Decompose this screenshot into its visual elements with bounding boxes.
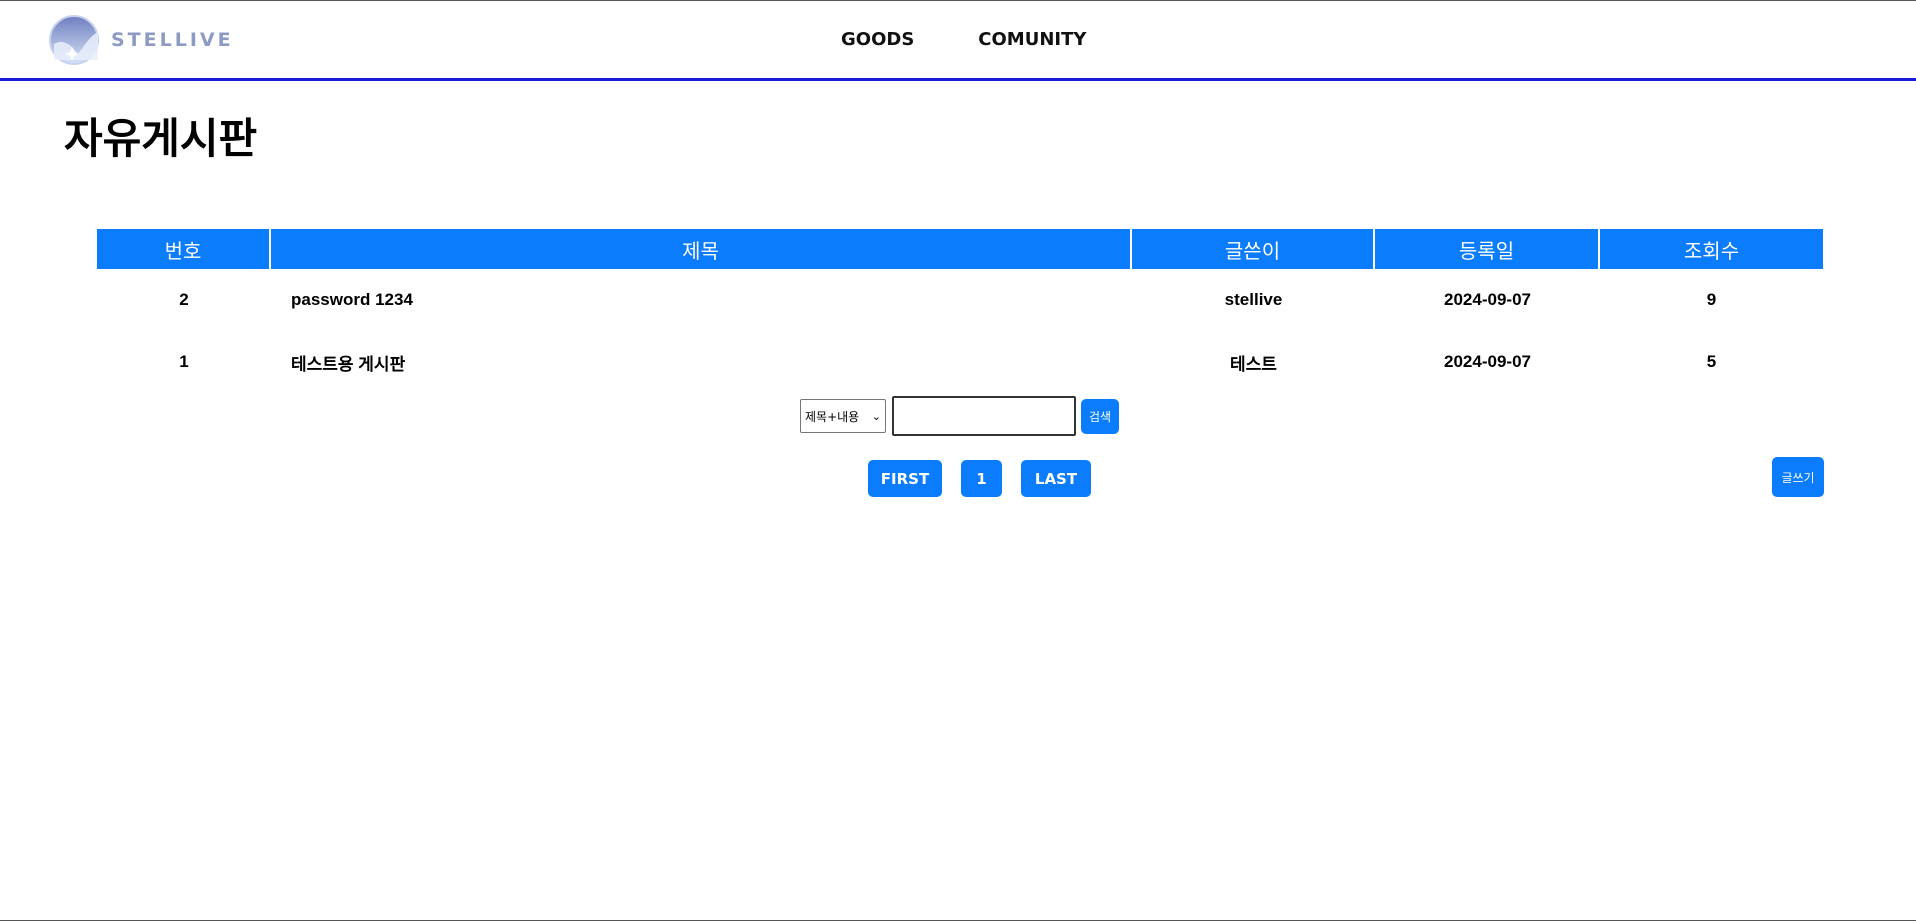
- post-number: 2: [179, 290, 189, 309]
- search-type-select[interactable]: 제목+내용 ⌄: [800, 399, 886, 433]
- post-title-cell: 테스트용 게시판: [271, 331, 1132, 393]
- write-post-button[interactable]: 글쓰기: [1772, 457, 1824, 497]
- last-page-button[interactable]: LAST: [1021, 460, 1091, 497]
- post-number: 1: [179, 352, 189, 371]
- search-type-value: 제목+내용: [805, 409, 860, 424]
- pagination: FIRST 1 LAST: [868, 460, 1091, 497]
- page-title: 자유게시판: [64, 114, 258, 163]
- post-title-cell: password 1234: [271, 269, 1132, 331]
- stellive-logo-icon: [49, 15, 99, 65]
- chevron-down-icon: ⌄: [871, 409, 881, 423]
- column-header-date: 등록일: [1375, 229, 1600, 269]
- logo-text: STELLIVE: [111, 29, 234, 51]
- page-number-button[interactable]: 1: [961, 460, 1002, 497]
- post-author: 테스트: [1230, 354, 1277, 374]
- post-views: 9: [1706, 290, 1717, 309]
- nav-comunity[interactable]: COMUNITY: [978, 29, 1086, 50]
- post-author: stellive: [1224, 290, 1283, 309]
- table-header-row: 번호 제목 글쓴이 등록일 조회수: [97, 229, 1823, 269]
- top-navbar: STELLIVE GOODS COMUNITY: [0, 1, 1916, 81]
- search-bar: 제목+내용 ⌄ 검색: [800, 396, 1119, 436]
- first-page-button[interactable]: FIRST: [868, 460, 942, 497]
- board-table: 번호 제목 글쓴이 등록일 조회수 2 password 1234 stelli…: [97, 229, 1823, 393]
- column-header-no: 번호: [97, 229, 271, 269]
- post-views: 5: [1706, 352, 1717, 371]
- table-row: 1 테스트용 게시판 테스트 2024-09-07 5: [97, 331, 1823, 393]
- search-input[interactable]: [892, 396, 1076, 436]
- post-date: 2024-09-07: [1444, 352, 1531, 371]
- search-button[interactable]: 검색: [1081, 398, 1119, 434]
- column-header-author: 글쓴이: [1132, 229, 1375, 269]
- nav-goods[interactable]: GOODS: [841, 29, 914, 50]
- site-logo[interactable]: STELLIVE: [48, 14, 234, 66]
- post-title-link[interactable]: password 1234: [291, 290, 413, 309]
- post-date: 2024-09-07: [1444, 290, 1531, 309]
- main-nav: GOODS COMUNITY: [841, 29, 1086, 50]
- post-title-link[interactable]: 테스트용 게시판: [291, 355, 405, 374]
- table-row: 2 password 1234 stellive 2024-09-07 9: [97, 269, 1823, 331]
- column-header-views: 조회수: [1600, 229, 1823, 269]
- column-header-title: 제목: [271, 229, 1132, 269]
